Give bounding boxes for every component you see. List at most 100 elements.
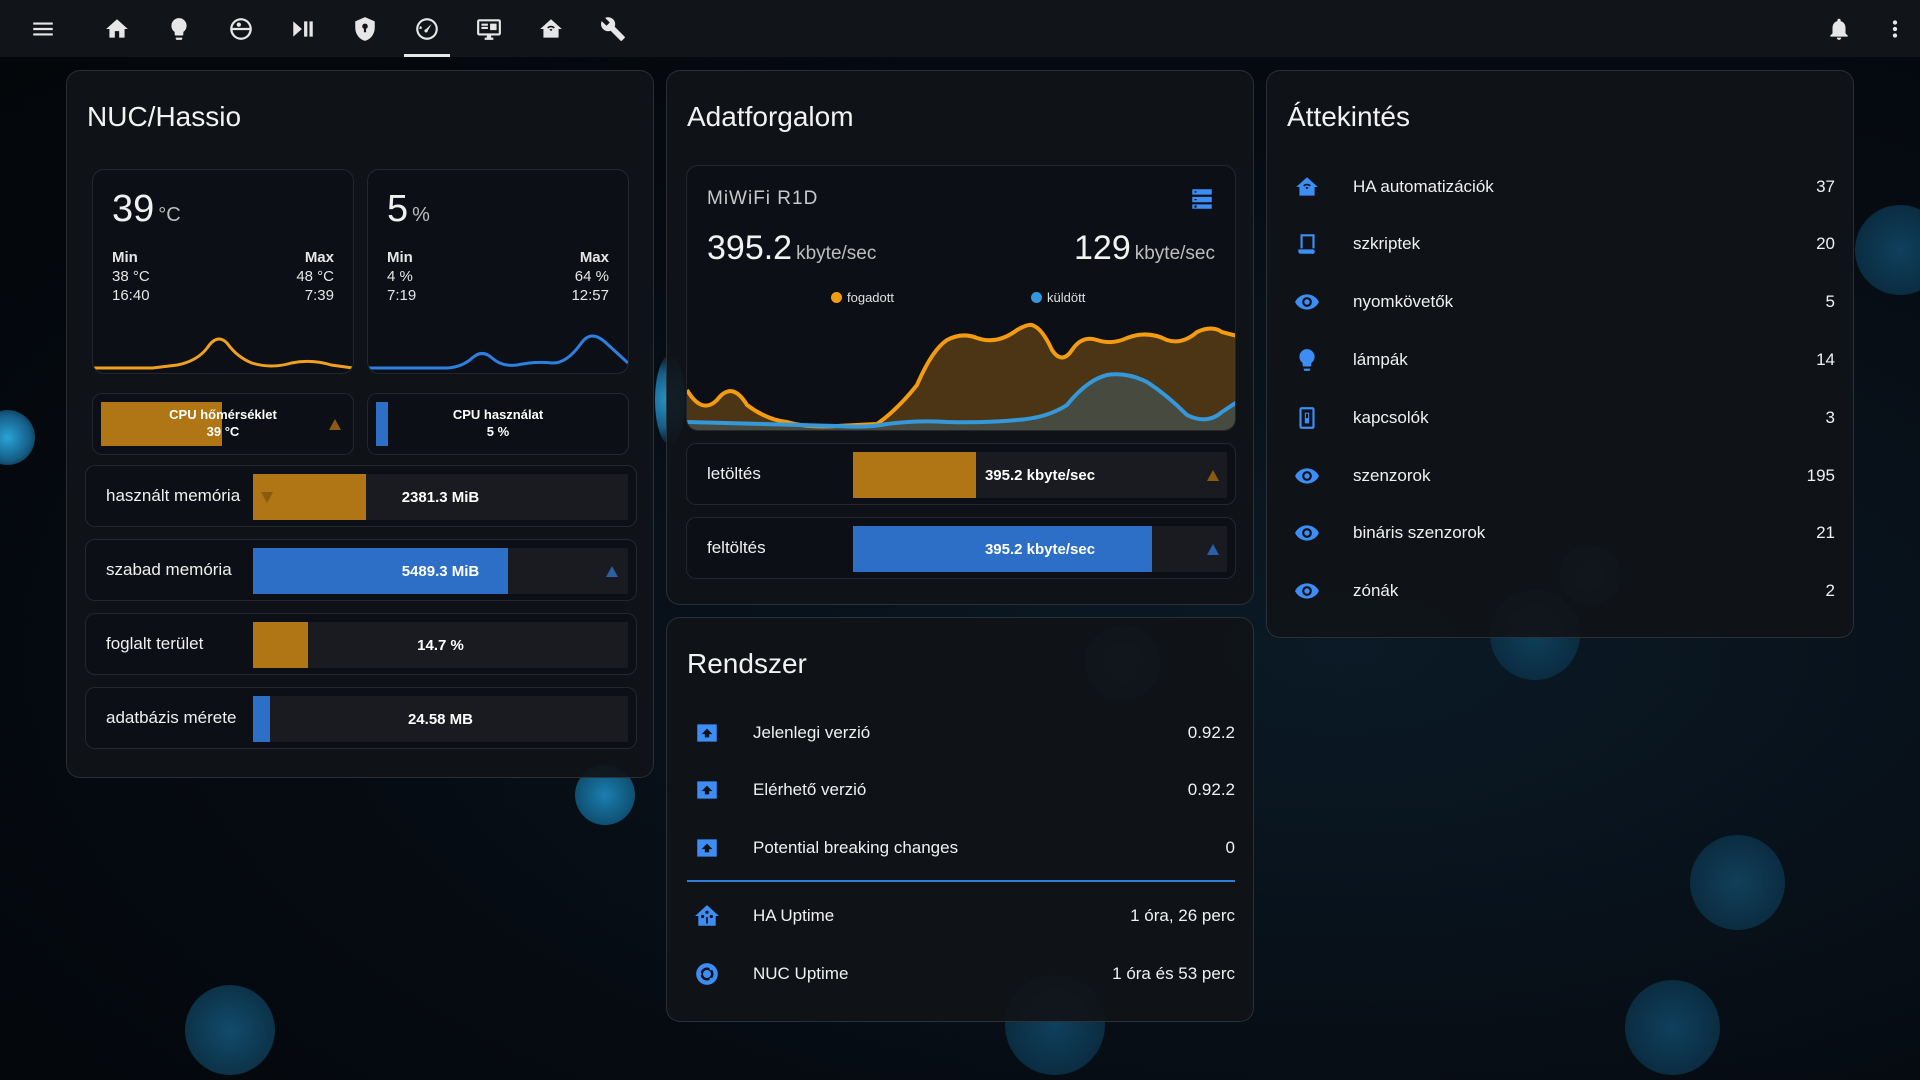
bell-icon <box>1830 18 1848 40</box>
home-assistant-icon <box>687 901 727 931</box>
bokeh-light <box>1625 980 1720 1075</box>
menu-button[interactable] <box>0 0 86 57</box>
row-label: Potential breaking changes <box>753 838 959 857</box>
row-value: 21 <box>1816 523 1835 542</box>
system-card: Rendszer Jelenlegi verzió 0.92.2 Elérhet… <box>666 617 1254 1022</box>
bar-value: 5489.3 MiB <box>401 562 480 580</box>
used-memory-bar[interactable]: használt memória 2381.3 MiB <box>85 465 637 527</box>
temperature-sparkline <box>93 337 353 370</box>
temperature-sensor-card[interactable]: 39 °C Min 38 °C 16:40 Max 48 °C 7:39 <box>92 169 354 374</box>
menu-icon <box>33 22 53 35</box>
row-label: zónák <box>1353 581 1399 600</box>
nuc-card: NUC/Hassio 39 °C Min 38 °C 16:40 Max 48 °… <box>66 70 654 778</box>
row-value: 0.92.2 <box>1187 780 1235 799</box>
overview-row-lights[interactable]: lámpák 14 <box>1287 345 1835 375</box>
card-title: NUC/Hassio <box>87 101 242 132</box>
ubuntu-icon <box>687 959 727 989</box>
device-name: MiWiFi R1D <box>707 188 819 209</box>
home-automation-icon <box>540 18 562 38</box>
row-label: szenzorok <box>1353 466 1431 485</box>
tab-monitor[interactable] <box>458 0 520 57</box>
tab-system-monitor[interactable] <box>396 0 458 57</box>
overview-row-scripts[interactable]: szkriptek 20 <box>1287 229 1835 259</box>
download-bar[interactable]: letöltés 395.2 kbyte/sec <box>686 443 1236 505</box>
tab-settings[interactable] <box>582 0 644 57</box>
row-value: 20 <box>1816 234 1835 253</box>
disk-usage-bar[interactable]: foglalt terület 14.7 % <box>85 613 637 675</box>
lightbulb-icon <box>171 17 187 40</box>
notifications-button[interactable] <box>1808 0 1870 57</box>
cpu-usage-value: 5% <box>387 188 430 230</box>
row-label: bináris szenzorok <box>1353 523 1486 542</box>
row-value: 37 <box>1816 177 1835 196</box>
eye-icon <box>1287 518 1327 548</box>
tab-automations[interactable] <box>520 0 582 57</box>
package-up-icon <box>687 718 727 748</box>
eye-icon <box>1287 576 1327 606</box>
bar-value: 14.7 % <box>417 636 464 654</box>
more-options-button[interactable] <box>1870 0 1920 57</box>
light-switch-icon <box>1287 403 1327 433</box>
bokeh-light <box>1855 205 1920 295</box>
wrench-icon <box>601 16 625 41</box>
lightbulb-icon <box>1287 345 1327 375</box>
bar-track: 395.2 kbyte/sec <box>853 452 1227 498</box>
trend-up-icon <box>329 419 341 430</box>
row-label: HA Uptime <box>753 906 835 925</box>
traffic-card: Adatforgalom MiWiFi R1D 395.2 kbyte/sec 1… <box>666 70 1254 605</box>
section-divider <box>687 880 1235 882</box>
bar-track: 395.2 kbyte/sec <box>853 526 1227 572</box>
trend-up-icon <box>1207 544 1219 555</box>
database-size-bar[interactable]: adatbázis mérete 24.58 MB <box>85 687 637 749</box>
eye-icon <box>1287 287 1327 317</box>
tab-media[interactable] <box>272 0 334 57</box>
nuc-uptime-row[interactable]: NUC Uptime 1 óra és 53 perc <box>687 959 1235 989</box>
bokeh-light <box>185 985 275 1075</box>
overview-row-zones[interactable]: zónák 2 <box>1287 576 1835 606</box>
tab-lights[interactable] <box>148 0 210 57</box>
legend-received[interactable]: fogadott <box>831 290 894 305</box>
bar-label: szabad memória <box>106 560 232 579</box>
overview-row-switches[interactable]: kapcsolók 3 <box>1287 403 1835 433</box>
shield-icon <box>355 16 375 41</box>
free-memory-bar[interactable]: szabad memória 5489.3 MiB <box>85 539 637 601</box>
bar-track: 2381.3 MiB <box>253 474 628 520</box>
traffic-graph-card[interactable]: MiWiFi R1D 395.2 kbyte/sec 129 kbyte/sec f… <box>686 165 1236 431</box>
sent-value: 129 kbyte/sec <box>1074 229 1215 267</box>
row-value: 195 <box>1806 466 1835 485</box>
card-title: Adatforgalom <box>687 101 854 132</box>
current-version-row[interactable]: Jelenlegi verzió 0.92.2 <box>687 718 1235 748</box>
bar-track: 14.7 % <box>253 622 628 668</box>
bokeh-light <box>1690 835 1785 930</box>
cpu-usage-sensor-card[interactable]: 5% Min 4 % 7:19 Max 64 % 12:57 <box>367 169 629 374</box>
card-title: Áttekintés <box>1287 101 1410 132</box>
row-label: Jelenlegi verzió <box>753 723 871 742</box>
home-automation-icon <box>1287 172 1327 202</box>
ha-uptime-row[interactable]: HA Uptime 1 óra, 26 perc <box>687 901 1235 931</box>
row-label: nyomkövetők <box>1353 292 1454 311</box>
tab-home[interactable] <box>86 0 148 57</box>
overview-row-trackers[interactable]: nyomkövetők 5 <box>1287 287 1835 317</box>
row-value: 1 óra és 53 perc <box>1112 964 1235 983</box>
overview-row-sensors[interactable]: szenzorok 195 <box>1287 461 1835 491</box>
tab-security[interactable] <box>334 0 396 57</box>
temperature-min: Min 38 °C 16:40 <box>112 249 150 304</box>
available-version-row[interactable]: Elérhető verzió 0.92.2 <box>687 775 1235 805</box>
gauge-text: CPU használat 5 % <box>452 407 544 439</box>
bar-label: adatbázis mérete <box>106 708 237 727</box>
cpu-usage-gauge[interactable]: CPU használat 5 % <box>367 393 629 455</box>
row-value: 3 <box>1825 408 1835 427</box>
legend-sent[interactable]: küldött <box>1031 290 1085 305</box>
upload-bar[interactable]: feltöltés 395.2 kbyte/sec <box>686 517 1236 579</box>
cpu-temperature-gauge[interactable]: CPU hőmérséklet 39 °C <box>92 393 354 455</box>
overview-row-binary-sensors[interactable]: bináris szenzorok 21 <box>1287 518 1835 548</box>
row-label: Elérhető verzió <box>753 780 867 799</box>
play-pause-icon <box>293 20 313 37</box>
monitor-dashboard-icon <box>477 18 501 40</box>
temperature-value: 39 °C <box>112 188 181 230</box>
robot-vacuum-icon <box>230 17 252 40</box>
breaking-changes-row[interactable]: Potential breaking changes 0 <box>687 833 1235 863</box>
overview-row-automations[interactable]: HA automatizációk 37 <box>1287 172 1835 202</box>
bar-value: 2381.3 MiB <box>401 488 480 506</box>
tab-vacuum[interactable] <box>210 0 272 57</box>
